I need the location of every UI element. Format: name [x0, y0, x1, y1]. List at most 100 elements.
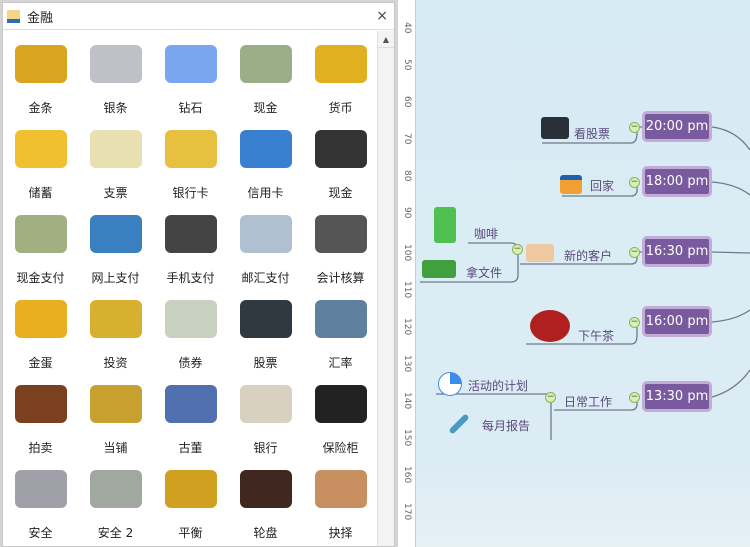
symbol-icon [164, 45, 217, 83]
symbol-item[interactable]: 抉择 [303, 456, 378, 541]
library-icon [7, 9, 20, 23]
symbol-item[interactable]: 支票 [78, 116, 153, 201]
symbol-icon [14, 45, 67, 83]
collapse-icon[interactable]: − [629, 247, 640, 258]
topic-daily-work[interactable]: 日常工作 [564, 393, 612, 410]
symbol-label: 钻石 [178, 101, 203, 115]
symbol-item[interactable]: 信用卡 [228, 116, 303, 201]
symbol-label: 会计核算 [316, 271, 365, 285]
topic-stocks[interactable]: 看股票 [574, 125, 610, 142]
scrollbar[interactable]: ▲ [377, 31, 394, 546]
ruler-tick: 50 [402, 59, 412, 71]
symbol-item[interactable]: 银条 [78, 31, 153, 116]
topic-files[interactable]: 拿文件 [466, 264, 502, 281]
symbol-item[interactable]: 拍卖 [3, 371, 78, 456]
symbol-item[interactable]: 当铺 [78, 371, 153, 456]
topic-home[interactable]: 回家 [590, 177, 614, 194]
symbol-icon [314, 45, 367, 83]
symbol-item[interactable]: 现金支付 [3, 201, 78, 286]
symbol-item[interactable]: 安全 [3, 456, 78, 541]
panel-header: 金融 [3, 3, 394, 30]
symbol-item[interactable]: 轮盘 [228, 456, 303, 541]
symbol-item[interactable]: 邮汇支付 [228, 201, 303, 286]
symbol-icon [89, 215, 142, 253]
time-node-2000[interactable]: 20:00 pm [642, 111, 712, 142]
time-node-1330[interactable]: 13:30 pm [642, 381, 712, 412]
time-node-1630[interactable]: 16:30 pm [642, 236, 712, 267]
collapse-icon[interactable]: − [629, 317, 640, 328]
symbol-item[interactable]: 储蓄 [3, 116, 78, 201]
symbol-label: 汇率 [328, 356, 353, 370]
ruler-tick: 170 [402, 503, 412, 521]
ruler-tick: 160 [402, 466, 412, 484]
topic-report[interactable]: 每月报告 [482, 417, 530, 434]
symbol-icon [14, 300, 67, 338]
ruler-tick: 120 [402, 318, 412, 336]
symbol-icon [239, 130, 292, 168]
symbol-item[interactable]: 债券 [153, 286, 228, 371]
topic-plan[interactable]: 活动的计划 [468, 377, 528, 394]
symbol-item[interactable]: 保险柜 [303, 371, 378, 456]
symbol-label: 现金 [253, 101, 278, 115]
symbol-label: 安全 2 [97, 526, 134, 540]
symbol-item[interactable]: 投资 [78, 286, 153, 371]
tea-cup-icon [530, 310, 570, 342]
symbol-icon [164, 385, 217, 423]
symbol-item[interactable]: 股票 [228, 286, 303, 371]
symbol-icon [14, 385, 67, 423]
symbol-item[interactable]: 银行 [228, 371, 303, 456]
symbol-icon [14, 215, 67, 253]
symbol-item[interactable]: 网上支付 [78, 201, 153, 286]
symbol-label: 银条 [103, 101, 128, 115]
symbol-item[interactable]: 货币 [303, 31, 378, 116]
ruler-tick: 110 [402, 281, 412, 299]
symbol-icon [89, 300, 142, 338]
topic-tea[interactable]: 下午茶 [578, 327, 614, 344]
symbol-icon [89, 470, 142, 508]
collapse-icon[interactable]: − [629, 392, 640, 403]
symbol-item[interactable]: 汇率 [303, 286, 378, 371]
collapse-icon[interactable]: − [629, 122, 640, 133]
time-node-1600[interactable]: 16:00 pm [642, 306, 712, 337]
topic-coffee[interactable]: 咖啡 [474, 225, 498, 242]
symbol-label: 安全 [28, 526, 53, 540]
symbol-item[interactable]: 现金 [228, 31, 303, 116]
symbol-label: 货币 [328, 101, 353, 115]
symbol-item[interactable]: 古董 [153, 371, 228, 456]
time-node-1800[interactable]: 18:00 pm [642, 166, 712, 197]
symbol-label: 股票 [253, 356, 278, 370]
symbol-item[interactable]: 平衡 [153, 456, 228, 541]
pie-chart-icon [438, 372, 462, 396]
symbol-item[interactable]: 金蛋 [3, 286, 78, 371]
close-icon[interactable]: × [376, 8, 388, 24]
symbol-icon [239, 300, 292, 338]
scroll-up-icon[interactable]: ▲ [378, 31, 394, 48]
symbol-item[interactable]: 银行卡 [153, 116, 228, 201]
symbol-grid: 金条 银条 钻石 现金 货币 储蓄 支票 银行卡 信用卡 现金 现金支付 网上支付 手机支付 邮汇支付 会计… [3, 31, 378, 541]
office-chair-icon [434, 207, 456, 243]
collapse-icon[interactable]: − [512, 244, 523, 255]
symbol-icon [239, 215, 292, 253]
symbol-item[interactable]: 金条 [3, 31, 78, 116]
collapse-icon[interactable]: − [545, 392, 556, 403]
symbol-label: 网上支付 [91, 271, 140, 285]
symbol-label: 银行卡 [172, 186, 209, 200]
symbol-icon [239, 45, 292, 83]
symbol-item[interactable]: 现金 [303, 116, 378, 201]
ruler-tick: 150 [402, 429, 412, 447]
symbol-label: 手机支付 [166, 271, 215, 285]
symbol-item[interactable]: 钻石 [153, 31, 228, 116]
symbol-item[interactable]: 手机支付 [153, 201, 228, 286]
symbol-item[interactable]: 安全 2 [78, 456, 153, 541]
mindmap-canvas[interactable]: 20:00 pm 18:00 pm 16:30 pm 16:00 pm 13:3… [416, 0, 750, 547]
ruler-tick: 130 [402, 355, 412, 373]
symbol-item[interactable]: 会计核算 [303, 201, 378, 286]
symbol-icon [239, 470, 292, 508]
symbol-icon [314, 215, 367, 253]
symbol-label: 投资 [103, 356, 128, 370]
ruler-tick: 90 [402, 207, 412, 219]
collapse-icon[interactable]: − [629, 177, 640, 188]
symbol-label: 现金 [328, 186, 353, 200]
topic-new-client[interactable]: 新的客户 [564, 247, 612, 264]
symbol-label: 储蓄 [28, 186, 53, 200]
